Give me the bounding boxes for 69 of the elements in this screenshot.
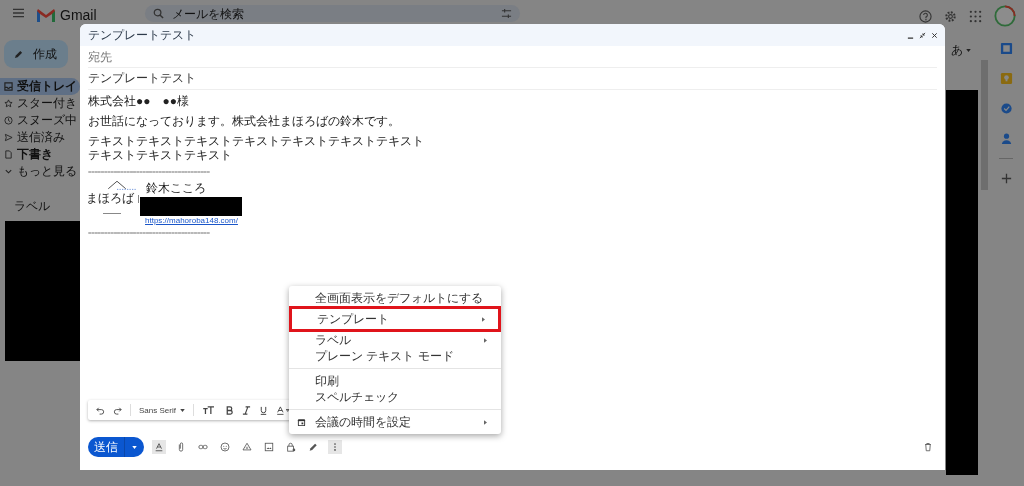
close-icon[interactable]	[931, 31, 938, 39]
help-icon[interactable]	[919, 9, 932, 23]
lock-icon[interactable]	[284, 440, 298, 454]
mail-logo-icon	[36, 8, 56, 23]
nav-item[interactable]: スター付き	[0, 95, 80, 112]
nav-item[interactable]: 受信トレイ	[0, 78, 80, 95]
bold-icon[interactable]	[224, 405, 234, 415]
calendar-icon[interactable]	[999, 42, 1013, 55]
star-icon	[4, 99, 13, 108]
nav-item[interactable]: 送信済み	[0, 129, 80, 146]
logo-text: まほろば	[85, 190, 134, 207]
menu-item[interactable]: プレーン テキスト モード	[289, 348, 501, 364]
underline-icon[interactable]	[258, 405, 268, 415]
nav-item[interactable]: 下書き	[0, 146, 80, 163]
undo-icon[interactable]	[96, 405, 105, 415]
menu-item[interactable]: 会議の時間を設定	[289, 414, 501, 430]
menu-item[interactable]: スペルチェック	[289, 389, 501, 405]
input-mode-selector[interactable]: あ	[951, 42, 963, 59]
send-options-button[interactable]	[124, 437, 144, 457]
search-field[interactable]: メールを検索	[171, 6, 501, 21]
dropdown-caret-icon[interactable]	[966, 49, 971, 52]
add-icon[interactable]	[999, 172, 1013, 185]
compose-button[interactable]: 作成	[4, 40, 68, 68]
labels-heading: ラベル	[14, 198, 51, 215]
font-selector[interactable]: Sans Serif	[139, 405, 176, 415]
app-name: Gmail	[60, 8, 97, 23]
pencil-icon	[14, 49, 23, 59]
nav-item[interactable]: もっと見る	[0, 163, 80, 180]
dropdown-caret-icon[interactable]	[179, 408, 185, 412]
image-icon[interactable]	[262, 440, 276, 454]
draft-icon	[4, 150, 13, 159]
inbox-icon	[4, 82, 13, 91]
triangle-icon[interactable]	[240, 440, 254, 454]
nav-item[interactable]: スヌーズ中	[0, 112, 80, 129]
signature-name: 鈴木こころ	[146, 180, 206, 197]
body-text: テキストテキストテキスト	[88, 148, 233, 162]
text-size-icon[interactable]	[201, 405, 217, 415]
send-button[interactable]: 送信	[88, 437, 124, 457]
formatting-icon[interactable]	[152, 440, 166, 454]
search-icon	[152, 8, 164, 19]
compose-title: テンプレートテスト	[88, 26, 196, 44]
menu-item[interactable]: 全画面表示をデフォルトにする	[289, 290, 501, 306]
more-options-icon[interactable]	[328, 440, 342, 454]
menu-icon[interactable]	[13, 8, 24, 18]
menu-item[interactable]: テンプレート	[291, 308, 499, 330]
body-text: 株式会社●● ●●様	[88, 94, 190, 108]
exit-fullscreen-icon[interactable]	[919, 31, 926, 39]
clock-icon	[4, 116, 13, 125]
emoji-icon[interactable]	[218, 440, 232, 454]
filter-icon[interactable]	[500, 8, 512, 19]
settings-icon[interactable]	[944, 9, 957, 23]
italic-icon[interactable]	[241, 405, 251, 415]
more-icon	[4, 167, 13, 176]
menu-item[interactable]: 印刷	[289, 373, 501, 389]
body-text: お世話になっております。株式会社まほろばの鈴木です。	[88, 114, 401, 128]
text-color-icon[interactable]	[275, 405, 291, 415]
apps-grid-icon[interactable]	[969, 9, 982, 23]
send-icon	[4, 133, 13, 142]
redo-icon[interactable]	[113, 405, 122, 415]
person-icon[interactable]	[999, 132, 1013, 145]
menu-item[interactable]: ラベル	[289, 332, 501, 348]
avatar-icon[interactable]	[994, 5, 1016, 27]
roof-icon	[107, 180, 137, 190]
dropdown-caret-icon	[132, 445, 137, 449]
calendar-icon	[297, 417, 306, 427]
body-text: テキストテキストテキストテキストテキストテキストテキスト	[88, 134, 425, 148]
website-link[interactable]: https://mahoroba148.com/	[145, 216, 238, 225]
search-bar[interactable]: メールを検索	[144, 5, 520, 22]
tasks-icon[interactable]	[999, 102, 1013, 115]
